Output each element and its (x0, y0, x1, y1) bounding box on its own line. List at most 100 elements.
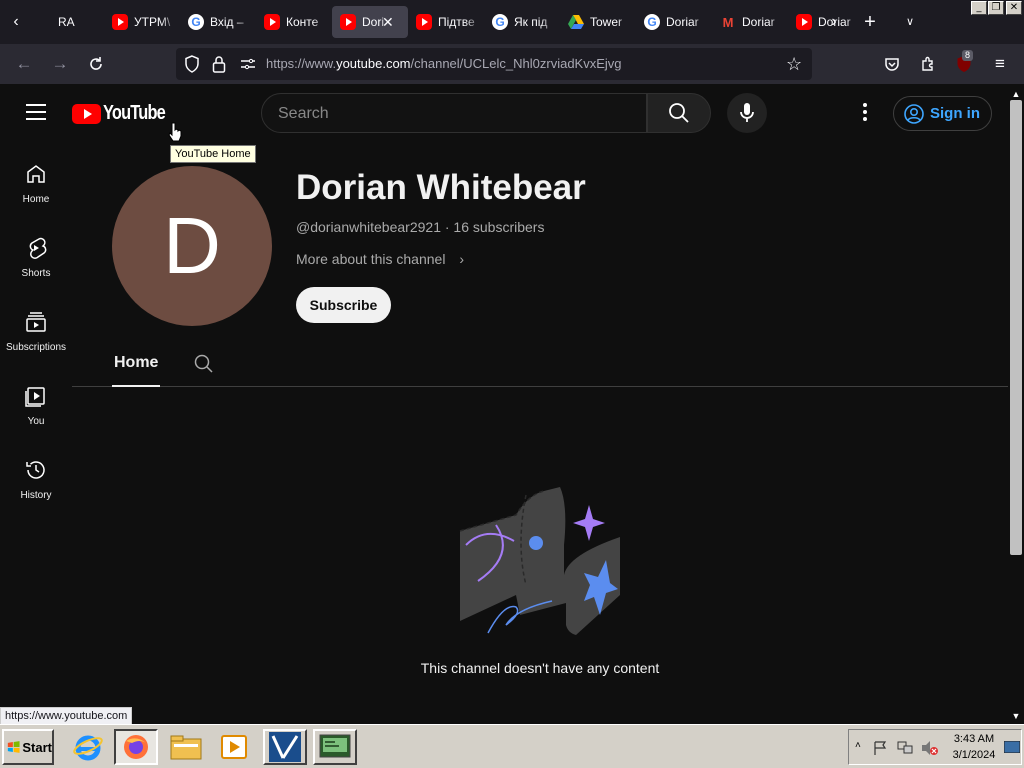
pocket-icon[interactable] (880, 52, 904, 76)
sidebar-item-home[interactable]: Home (0, 142, 72, 216)
google-drive-favicon-icon (568, 14, 584, 30)
internet-explorer-taskbar-icon[interactable] (66, 729, 110, 765)
terminal-app-taskbar-icon[interactable] (313, 729, 357, 765)
search-button[interactable] (647, 93, 711, 133)
bookmark-star-icon[interactable]: ☆ (786, 54, 802, 75)
url-prefix: https://www. (266, 56, 337, 71)
extension-badge-count: 8 (962, 50, 974, 61)
tabs-scroll-left-icon[interactable]: ‹ (4, 10, 28, 34)
logo-tooltip: YouTube Home (170, 145, 256, 163)
gmail-favicon-icon: M (722, 14, 734, 30)
sidebar-item-label: Home (22, 194, 50, 205)
browser-tab[interactable]: G Doriar (636, 6, 712, 38)
minimize-window-button[interactable]: _ (971, 1, 987, 15)
start-button[interactable]: Start (2, 729, 54, 765)
show-desktop-icon[interactable] (1004, 741, 1020, 753)
firefox-taskbar-icon[interactable] (114, 729, 158, 765)
more-about-channel-link[interactable]: More about this channel › (296, 251, 464, 267)
subscriptions-icon (26, 312, 46, 332)
tab-home[interactable]: Home (114, 354, 158, 372)
list-all-tabs-chevron-icon[interactable]: ∨ (898, 10, 922, 34)
network-icon[interactable] (897, 741, 913, 755)
scrollbar-thumb[interactable] (1010, 100, 1022, 555)
channel-handle-and-subscribers: @dorianwhitebear2921 · 16 subscribers (296, 219, 545, 235)
lock-icon[interactable] (212, 55, 226, 78)
sidebar-item-shorts[interactable]: Shorts (0, 216, 72, 290)
file-explorer-taskbar-icon[interactable] (164, 729, 208, 765)
browser-tab[interactable]: RA (28, 6, 104, 38)
browser-tab[interactable]: G Вхід – (180, 6, 256, 38)
guide-menu-icon[interactable] (26, 104, 46, 120)
link-status-url: https://www.youtube.com (0, 707, 133, 725)
browser-tab-title: Як під (514, 15, 548, 29)
sign-in-button[interactable]: Sign in (893, 96, 992, 131)
empty-channel-illustration (459, 487, 620, 635)
browser-tab[interactable]: M Doriar (712, 6, 788, 38)
forward-arrow-icon[interactable]: → (48, 52, 72, 76)
address-bar[interactable]: https://www.youtube.com/channel/UCLelc_N… (176, 48, 812, 80)
channel-avatar: D (112, 166, 272, 326)
browser-tab-title: Tower (590, 15, 623, 29)
extensions-puzzle-icon[interactable] (916, 52, 940, 76)
tabs-scroll-right-icon[interactable]: › (822, 10, 846, 34)
youtube-favicon-icon (264, 14, 280, 30)
tracking-shield-icon[interactable] (184, 55, 200, 78)
voice-search-button[interactable] (727, 93, 767, 133)
sidebar-item-label: Subscriptions (5, 342, 67, 353)
browser-tab-title: Dori (362, 15, 385, 29)
url-domain: youtube.com (336, 56, 411, 71)
shorts-icon (29, 237, 47, 259)
screen-capture-app-taskbar-icon[interactable] (263, 729, 307, 765)
sign-in-label: Sign in (930, 105, 980, 122)
channel-name: Dorian Whitebear (296, 168, 586, 207)
new-tab-plus-icon[interactable]: + (858, 10, 882, 34)
media-player-taskbar-icon[interactable] (212, 729, 256, 765)
subscribe-button[interactable]: Subscribe (296, 287, 391, 323)
youtube-logo[interactable]: YouTube (72, 102, 179, 125)
channel-search-icon[interactable] (194, 354, 214, 374)
google-favicon-icon: G (644, 14, 660, 30)
you-library-icon (25, 387, 45, 407)
sidebar-item-you[interactable]: You (0, 364, 72, 438)
youtube-favicon-icon (340, 14, 356, 30)
empty-state-message: This channel doesn't have any content (420, 660, 660, 676)
clock-time[interactable]: 3:43 AM (949, 733, 999, 745)
browser-tab-title: Вхід – (210, 15, 244, 29)
close-window-button[interactable]: ✕ (1006, 1, 1022, 15)
more-about-label: More about this channel (296, 251, 446, 267)
sidebar-item-subscriptions[interactable]: Subscriptions (0, 290, 72, 364)
app-menu-hamburger-icon[interactable]: ≡ (988, 52, 1012, 76)
google-favicon-icon: G (492, 14, 508, 30)
browser-tab[interactable]: Dori ✕ (332, 6, 408, 38)
browser-tab[interactable]: УТРМ\ (104, 6, 180, 38)
youtube-play-logo-icon (72, 103, 101, 124)
browser-tab[interactable]: Tower (560, 6, 636, 38)
account-circle-icon (904, 103, 924, 124)
url-path: /channel/UCLelc_Nhl0zrviadKvxEjvg (410, 56, 622, 71)
search-input[interactable]: Search (261, 93, 647, 133)
microphone-icon (740, 103, 754, 122)
sidebar-item-history[interactable]: History (0, 438, 72, 512)
clock-date[interactable]: 3/1/2024 (949, 749, 999, 761)
browser-nav-bar: ← → https://www.youtube.com/channel/UCLe… (0, 44, 1024, 84)
back-arrow-icon[interactable]: ← (12, 52, 36, 76)
browser-tab[interactable]: Конте (256, 6, 332, 38)
action-center-flag-icon[interactable] (873, 741, 889, 755)
channel-tabs: Home (72, 340, 1008, 387)
browser-tab-title: Doriar (742, 15, 775, 29)
windows-taskbar: Start ˄ 3:43 AM 3/1/2024 (0, 724, 1024, 768)
settings-more-icon[interactable] (855, 100, 875, 126)
restore-window-button[interactable]: ❐ (988, 1, 1004, 15)
show-hidden-icons-chevron-icon[interactable]: ˄ (855, 740, 861, 751)
url-text[interactable]: https://www.youtube.com/channel/UCLelc_N… (266, 56, 622, 71)
windows-flag-icon (7, 741, 20, 753)
reload-icon[interactable] (84, 52, 108, 76)
browser-tab[interactable]: Підтве (408, 6, 484, 38)
search-icon (669, 103, 689, 123)
volume-muted-icon[interactable] (921, 740, 939, 756)
browser-tab[interactable]: G Як під (484, 6, 560, 38)
scroll-down-arrow-icon[interactable]: ▼ (1008, 708, 1024, 724)
youtube-favicon-icon (416, 14, 432, 30)
page-permissions-icon[interactable] (240, 56, 256, 77)
google-favicon-icon: G (188, 14, 204, 30)
